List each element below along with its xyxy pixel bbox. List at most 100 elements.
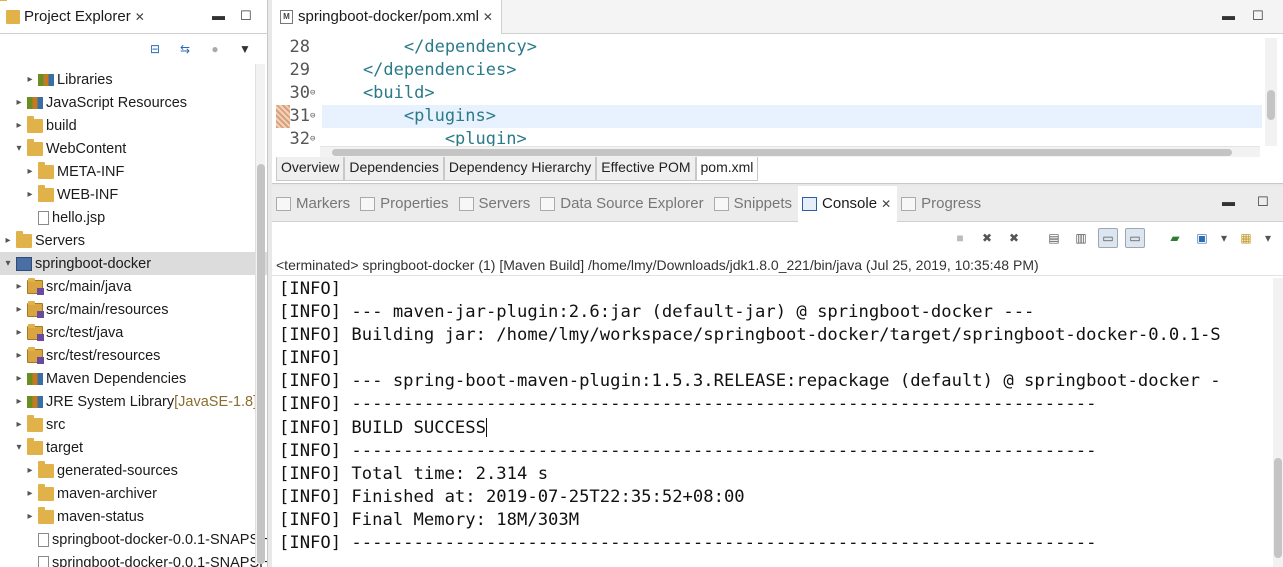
- tab-project-explorer[interactable]: Project Explorer ✕: [0, 0, 151, 34]
- tab-markers[interactable]: Markers: [272, 186, 356, 222]
- remove-launch-icon[interactable]: ✖: [977, 228, 997, 248]
- tree-item[interactable]: ▸ maven-status: [0, 505, 267, 528]
- collapsed-twisty-icon[interactable]: ▸: [13, 97, 25, 108]
- collapsed-twisty-icon[interactable]: ▸: [24, 465, 36, 476]
- tree-item[interactable]: ▸ src/test/resources: [0, 344, 267, 367]
- tree-item[interactable]: ▸ src/main/java: [0, 275, 267, 298]
- show-on-stdout-icon[interactable]: ▭: [1098, 228, 1118, 248]
- code-line: <plugin>: [322, 129, 527, 146]
- collapsed-twisty-icon[interactable]: ▸: [24, 511, 36, 522]
- editor-vertical-scrollbar[interactable]: [1265, 38, 1277, 146]
- tree-item[interactable]: springboot-docker-0.0.1-SNAPSHOT.jar.ori…: [0, 551, 267, 567]
- tab-console[interactable]: Console ✕: [798, 185, 898, 222]
- tree-item-label: generated-sources: [57, 462, 178, 479]
- collapsed-twisty-icon[interactable]: ▸: [13, 373, 25, 384]
- expanded-twisty-icon[interactable]: ▾: [2, 258, 14, 269]
- servers-icon: [458, 196, 474, 211]
- tree-item[interactable]: springboot-docker-0.0.1-SNAPSHOT.jar: [0, 528, 267, 551]
- display-console-icon[interactable]: ▣: [1192, 228, 1212, 248]
- tree-item[interactable]: ▸ META-INF: [0, 160, 267, 183]
- maximize-icon[interactable]: ☐: [1257, 194, 1269, 210]
- console-output[interactable]: [INFO] [INFO] --- maven-jar-plugin:2.6:ja…: [272, 276, 1268, 566]
- tree-item[interactable]: ▾ target: [0, 436, 267, 459]
- tab-dependencies[interactable]: Dependencies: [344, 157, 444, 181]
- tab-snippets[interactable]: Snippets: [710, 186, 798, 222]
- pin-console-icon[interactable]: ▰: [1165, 228, 1185, 248]
- open-console-icon[interactable]: ▦: [1236, 228, 1256, 248]
- tree-item[interactable]: ▸ src: [0, 413, 267, 436]
- tab-pom-xml[interactable]: pom.xml: [695, 157, 759, 181]
- expanded-twisty-icon[interactable]: ▾: [13, 143, 25, 154]
- tree-item[interactable]: ▸ JRE System Library [JavaSE-1.8]: [0, 390, 267, 413]
- tab-servers[interactable]: Servers: [455, 186, 537, 222]
- tree-item[interactable]: ▾ springboot-docker: [0, 252, 267, 275]
- tree-item[interactable]: ▸ WEB-INF: [0, 183, 267, 206]
- close-icon[interactable]: ✕: [135, 10, 145, 24]
- collapsed-twisty-icon[interactable]: ▸: [13, 396, 25, 407]
- collapsed-twisty-icon[interactable]: ▸: [13, 350, 25, 361]
- tab-progress[interactable]: Progress: [897, 186, 987, 222]
- tab-properties[interactable]: Properties: [356, 186, 454, 222]
- tree-item[interactable]: ▸ maven-archiver: [0, 482, 267, 505]
- tree-item[interactable]: ▸ JavaScript Resources: [0, 91, 267, 114]
- editor-horizontal-scrollbar[interactable]: [320, 146, 1260, 157]
- tree-item[interactable]: ▾ WebContent: [0, 137, 267, 160]
- fold-toggle-icon[interactable]: ⊖: [310, 134, 315, 144]
- console-line: [INFO] ---------------------------------…: [279, 440, 1097, 461]
- close-icon[interactable]: ✕: [881, 197, 891, 211]
- clear-console-icon[interactable]: ▤: [1044, 228, 1064, 248]
- collapsed-twisty-icon[interactable]: ▸: [2, 235, 14, 246]
- tree-item[interactable]: ▸ Maven Dependencies: [0, 367, 267, 390]
- fold-toggle-icon[interactable]: ⊖: [310, 111, 315, 121]
- expanded-twisty-icon[interactable]: ▾: [13, 442, 25, 453]
- view-menu-chevron-down-icon[interactable]: ▼: [237, 41, 253, 57]
- tab-overview[interactable]: Overview: [276, 157, 345, 181]
- tree-item[interactable]: ▸ src/test/java: [0, 321, 267, 344]
- code-editor[interactable]: 28 </dependency> 29 </dependencies> 30 ⊖ <b…: [272, 34, 1283, 146]
- project-explorer-scrollbar[interactable]: [255, 64, 265, 564]
- tree-item[interactable]: ▸ build: [0, 114, 267, 137]
- remove-all-terminated-icon[interactable]: ✖: [1004, 228, 1024, 248]
- focus-icon[interactable]: ●: [207, 41, 223, 57]
- tab-dependency-hierarchy[interactable]: Dependency Hierarchy: [443, 157, 597, 181]
- tree-item-label: build: [46, 117, 77, 134]
- collapsed-twisty-icon[interactable]: ▸: [13, 120, 25, 131]
- tab-data-source-explorer[interactable]: Data Source Explorer: [536, 186, 709, 222]
- collapsed-twisty-icon[interactable]: ▸: [13, 304, 25, 315]
- minimize-icon[interactable]: ▬: [212, 8, 225, 23]
- collapsed-twisty-icon[interactable]: ▸: [13, 327, 25, 338]
- tab-effective-pom[interactable]: Effective POM: [596, 157, 696, 181]
- link-with-editor-icon[interactable]: ⇆: [177, 41, 193, 57]
- collapsed-twisty-icon[interactable]: ▸: [24, 74, 36, 85]
- console-scrollbar[interactable]: [1273, 278, 1283, 567]
- collapsed-twisty-icon[interactable]: ▸: [24, 488, 36, 499]
- maximize-icon[interactable]: ☐: [240, 8, 252, 24]
- console-line: [INFO] Final Memory: 18M/303M: [279, 509, 580, 530]
- tab-label: Progress: [921, 195, 982, 212]
- tree-item[interactable]: hello.jsp: [0, 206, 267, 229]
- tree-item-suffix: [JavaSE-1.8]: [174, 393, 258, 410]
- collapsed-twisty-icon[interactable]: ▸: [24, 166, 36, 177]
- minimize-icon[interactable]: ▬: [1222, 8, 1235, 23]
- chevron-down-icon[interactable]: ▾: [1219, 228, 1229, 248]
- folder-icon: [27, 115, 43, 133]
- chevron-down-icon[interactable]: ▾: [1263, 228, 1273, 248]
- fold-toggle-icon[interactable]: ⊖: [310, 88, 315, 98]
- show-on-stderr-icon[interactable]: ▭: [1125, 228, 1145, 248]
- tab-label: Console: [822, 195, 878, 212]
- code-line: </dependencies>: [322, 60, 517, 80]
- collapsed-twisty-icon[interactable]: ▸: [13, 419, 25, 430]
- minimize-icon[interactable]: ▬: [1222, 194, 1235, 209]
- close-icon[interactable]: ✕: [483, 10, 493, 24]
- scroll-lock-icon[interactable]: ▥: [1071, 228, 1091, 248]
- collapsed-twisty-icon[interactable]: ▸: [24, 189, 36, 200]
- maximize-icon[interactable]: ☐: [1252, 8, 1264, 24]
- collapse-all-icon[interactable]: ⊟: [147, 41, 163, 57]
- tree-item[interactable]: ▸ Libraries: [0, 68, 267, 91]
- tree-item[interactable]: ▸ Servers: [0, 229, 267, 252]
- collapsed-twisty-icon[interactable]: ▸: [13, 281, 25, 292]
- terminate-icon[interactable]: ■: [950, 228, 970, 248]
- tree-item[interactable]: ▸ src/main/resources: [0, 298, 267, 321]
- tree-item[interactable]: ▸ generated-sources: [0, 459, 267, 482]
- editor-tab-pom-xml[interactable]: M springboot-docker/pom.xml ✕: [272, 0, 502, 34]
